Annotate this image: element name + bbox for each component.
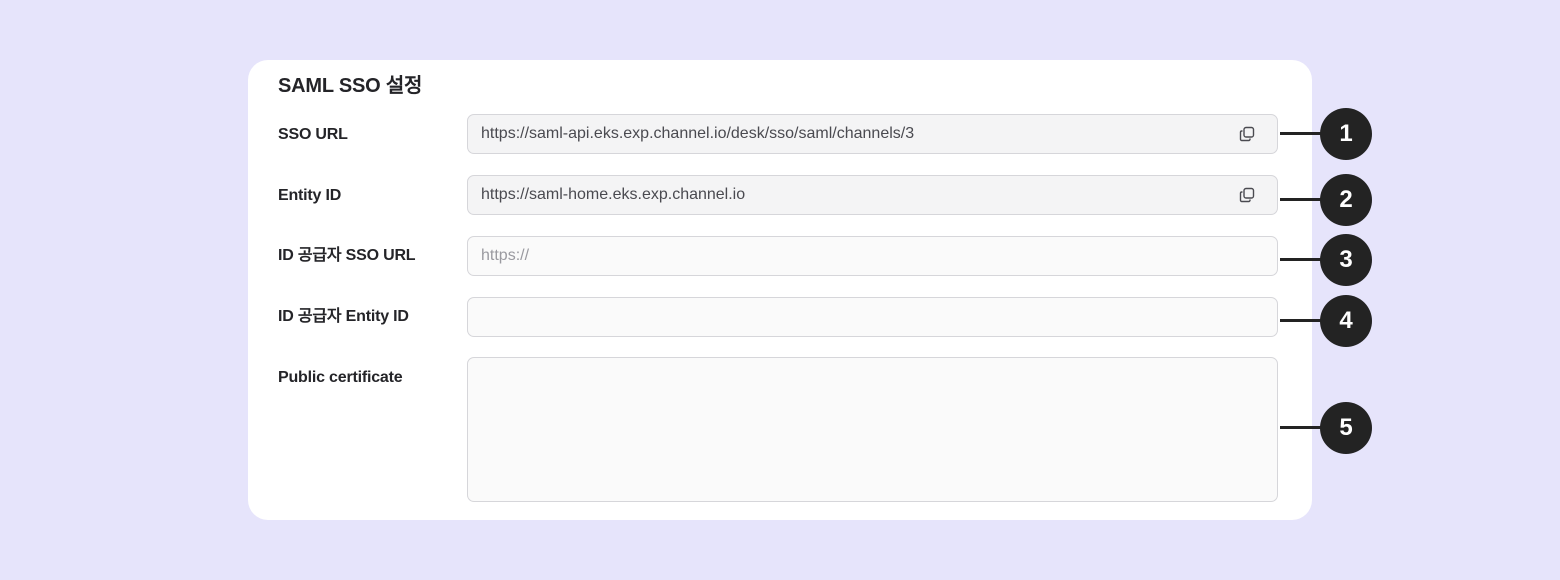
callout-connector: [1280, 132, 1324, 135]
sso-url-field[interactable]: https://saml-api.eks.exp.channel.io/desk…: [467, 114, 1278, 154]
callout-connector: [1280, 198, 1324, 201]
copy-icon[interactable]: [1239, 126, 1255, 142]
callout-connector: [1280, 426, 1324, 429]
callout-badge: 4: [1320, 295, 1372, 347]
idp-sso-url-input[interactable]: https://: [467, 236, 1278, 276]
callout-badge: 5: [1320, 402, 1372, 454]
entity-id-label: Entity ID: [278, 187, 342, 204]
callout-badge: 3: [1320, 234, 1372, 286]
idp-entity-id-input[interactable]: [467, 297, 1278, 337]
sso-url-label: SSO URL: [278, 126, 348, 143]
idp-sso-url-label: ID 공급자 SSO URL: [278, 247, 416, 264]
page-title: SAML SSO 설정: [278, 75, 423, 97]
idp-sso-url-placeholder: https://: [481, 247, 530, 264]
callout-connector: [1280, 319, 1324, 322]
idp-entity-id-label: ID 공급자 Entity ID: [278, 308, 409, 325]
sso-url-value: https://saml-api.eks.exp.channel.io/desk…: [481, 125, 915, 142]
public-certificate-label: Public certificate: [278, 369, 403, 386]
entity-id-value: https://saml-home.eks.exp.channel.io: [481, 186, 746, 203]
entity-id-field[interactable]: https://saml-home.eks.exp.channel.io: [467, 175, 1278, 215]
callout-badge: 1: [1320, 108, 1372, 160]
copy-icon[interactable]: [1239, 187, 1255, 203]
callout-badge: 2: [1320, 174, 1372, 226]
public-certificate-textarea[interactable]: [467, 357, 1278, 502]
callout-connector: [1280, 258, 1324, 261]
